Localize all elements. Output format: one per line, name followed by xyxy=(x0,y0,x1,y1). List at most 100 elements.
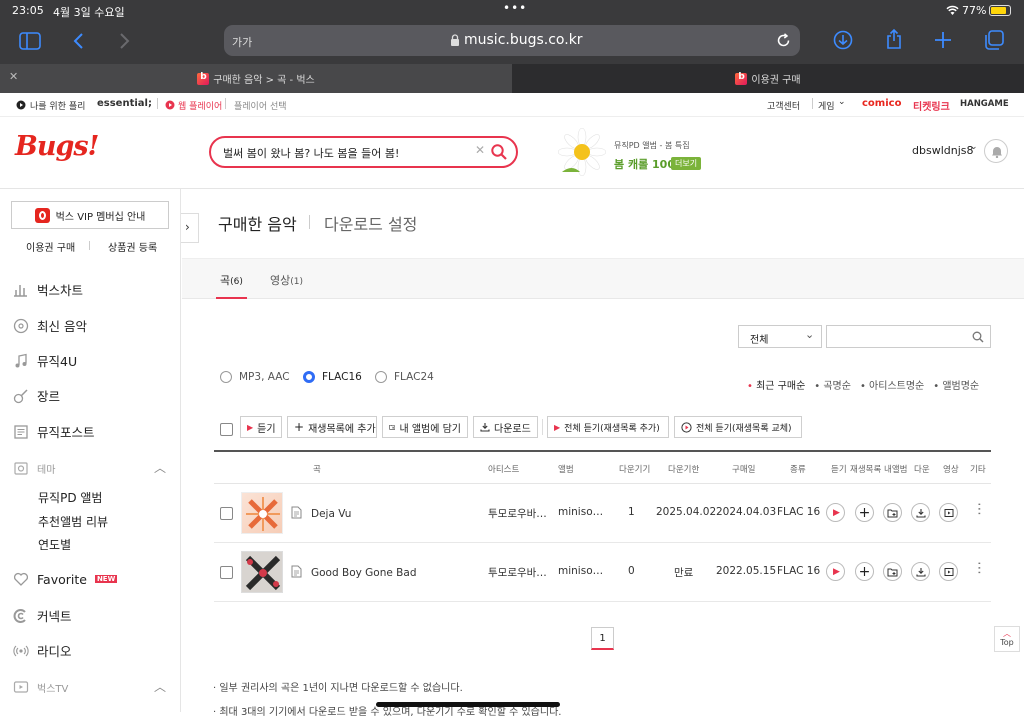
format-option-flac16[interactable]: FLAC16 xyxy=(303,371,362,383)
web-player-link[interactable]: 웹 플레이어 xyxy=(178,99,222,112)
more-options-icon[interactable]: ⋯ xyxy=(971,502,987,516)
promo-title[interactable]: 봄 캐롤 100 xyxy=(614,156,675,172)
download-settings-link[interactable]: 다운로드 설정 xyxy=(324,211,417,235)
close-tab-icon[interactable]: ✕ xyxy=(9,70,18,83)
radio-flac16[interactable] xyxy=(303,371,315,383)
address-bar[interactable]: 가가 music.bugs.co.kr xyxy=(224,25,800,56)
scroll-top-button[interactable]: ︿ Top xyxy=(994,626,1020,652)
hangame-link[interactable]: HANGAME xyxy=(960,99,1009,109)
sidebar-item-chart[interactable]: 벅스차트 xyxy=(13,280,83,299)
row-play-button[interactable]: ▶ xyxy=(826,562,845,581)
essential-link[interactable]: essential; xyxy=(97,98,152,109)
row-checkbox[interactable] xyxy=(220,507,233,520)
comico-link[interactable]: comico xyxy=(862,98,901,109)
tab-overview-icon[interactable] xyxy=(984,30,1004,50)
album-art[interactable] xyxy=(241,551,283,593)
lyrics-icon[interactable] xyxy=(291,506,302,519)
back-icon[interactable] xyxy=(72,32,84,50)
tab-videos[interactable]: 영상(1) xyxy=(270,259,303,299)
chevron-up-icon[interactable]: ︿ xyxy=(154,678,166,695)
add-playlist-button[interactable]: + 재생목록에 추가 xyxy=(287,416,377,438)
ticketlink-link[interactable]: 티켓링크 xyxy=(913,98,950,113)
sidebar-item-genre[interactable]: 장르 xyxy=(13,386,60,405)
row-download-button[interactable] xyxy=(911,503,930,522)
text-size-button[interactable]: 가가 xyxy=(232,34,252,50)
theme-section-header[interactable]: 테마 xyxy=(13,460,55,476)
song-title[interactable]: Good Boy Gone Bad xyxy=(311,567,416,579)
multitask-dots-icon[interactable]: ••• xyxy=(503,1,527,15)
listen-button[interactable]: ▶ 듣기 xyxy=(240,416,282,438)
listen-all-add-button[interactable]: ▶ 전체 듣기(재생목록 추가) xyxy=(547,416,669,438)
home-indicator[interactable] xyxy=(376,702,560,707)
album-name[interactable]: miniso… xyxy=(558,565,603,577)
row-video-button[interactable] xyxy=(939,503,958,522)
buy-ticket-link[interactable]: 이용권 구매 xyxy=(26,239,75,254)
row-video-button[interactable] xyxy=(939,562,958,581)
row-download-button[interactable] xyxy=(911,562,930,581)
row-add-playlist-button[interactable]: + xyxy=(855,503,874,522)
theme-item-review[interactable]: 추천앨범 리뷰 xyxy=(38,513,108,530)
bugs-logo[interactable]: Bugs! xyxy=(15,131,99,162)
sort-album[interactable]: • 앨범명순 xyxy=(933,377,979,392)
share-icon[interactable] xyxy=(885,28,903,50)
select-all-checkbox[interactable] xyxy=(220,423,233,436)
play-for-me-link[interactable]: 나를 위한 플리 xyxy=(30,99,85,112)
chevron-up-icon[interactable]: ︿ xyxy=(154,459,166,476)
radio-flac24[interactable] xyxy=(375,371,387,383)
game-menu[interactable]: 게임 xyxy=(818,99,835,112)
download-icon[interactable] xyxy=(833,30,853,50)
album-name[interactable]: miniso… xyxy=(558,506,603,518)
listen-all-replace-button[interactable]: 전체 듣기(재생목록 교체) xyxy=(674,416,802,438)
tab-songs[interactable]: 곡(6) xyxy=(216,259,247,299)
player-select-link[interactable]: 플레이어 선택 xyxy=(234,99,287,112)
purchased-search-box[interactable] xyxy=(826,325,991,348)
bugstv-section-header[interactable]: 벅스TV xyxy=(13,679,68,695)
row-add-album-button[interactable] xyxy=(883,503,902,522)
username[interactable]: dbswldnjs8 xyxy=(912,144,974,157)
sidebar-item-connect[interactable]: 커넥트 xyxy=(13,606,72,625)
sidebar-item-new-music[interactable]: 최신 음악 xyxy=(13,316,87,335)
vip-membership-button[interactable]: 벅스 VIP 멤버십 안내 xyxy=(11,201,169,229)
tab-buy-ticket[interactable]: 이용권 구매 xyxy=(512,64,1024,93)
sidebar-item-favorite[interactable]: Favorite NEW xyxy=(13,571,118,587)
register-voucher-link[interactable]: 상품권 등록 xyxy=(108,239,157,254)
forward-icon[interactable] xyxy=(119,32,131,50)
theme-item-musicpd[interactable]: 뮤직PD 앨범 xyxy=(38,489,102,506)
row-checkbox[interactable] xyxy=(220,566,233,579)
sidebar-item-radio[interactable]: 라디오 xyxy=(13,641,72,660)
chevron-down-icon[interactable]: ⌄ xyxy=(970,142,978,152)
format-option-mp3[interactable]: MP3, AAC xyxy=(220,371,290,383)
theme-item-year[interactable]: 연도별 xyxy=(38,536,71,553)
lyrics-icon[interactable] xyxy=(291,565,302,578)
new-tab-icon[interactable] xyxy=(934,31,952,49)
search-box[interactable]: 벌써 봄이 왔나 봄? 나도 봄을 들어 봄! ✕ xyxy=(209,136,518,168)
artist-name[interactable]: 투모로우바… xyxy=(488,506,547,521)
filter-select[interactable]: 전체 ⌄ xyxy=(738,325,822,348)
notification-button[interactable] xyxy=(984,139,1008,163)
row-play-button[interactable]: ▶ xyxy=(826,503,845,522)
customer-center-link[interactable]: 고객센터 xyxy=(767,99,800,112)
format-option-flac24[interactable]: FLAC24 xyxy=(375,371,434,383)
search-input[interactable]: 벌써 봄이 왔나 봄? 나도 봄을 들어 봄! xyxy=(223,145,399,161)
sort-recent[interactable]: • 최근 구매순 xyxy=(747,377,805,392)
sort-artist[interactable]: • 아티스트명순 xyxy=(860,377,924,392)
search-icon[interactable] xyxy=(491,144,507,160)
more-options-icon[interactable]: ⋯ xyxy=(971,561,987,575)
song-title[interactable]: Deja Vu xyxy=(311,508,351,520)
row-add-playlist-button[interactable]: + xyxy=(855,562,874,581)
reload-icon[interactable] xyxy=(776,33,791,48)
clear-search-icon[interactable]: ✕ xyxy=(475,143,485,157)
download-button[interactable]: 다운로드 xyxy=(473,416,538,438)
sort-title[interactable]: • 곡명순 xyxy=(814,377,851,392)
album-art[interactable] xyxy=(241,492,283,534)
row-add-album-button[interactable] xyxy=(883,562,902,581)
promo-more-button[interactable]: 더보기 xyxy=(671,157,702,170)
artist-name[interactable]: 투모로우바… xyxy=(488,565,547,580)
search-icon[interactable] xyxy=(972,331,984,343)
daisy-promo-icon[interactable] xyxy=(558,128,606,176)
sidebar-item-musicpost[interactable]: 뮤직포스트 xyxy=(13,422,95,441)
page-1-button[interactable]: 1 xyxy=(591,627,614,650)
tab-purchased-music[interactable]: ✕ 구매한 음악 > 곡 - 벅스 xyxy=(0,64,512,93)
radio-mp3[interactable] xyxy=(220,371,232,383)
add-album-button[interactable]: 내 앨범에 담기 xyxy=(382,416,468,438)
